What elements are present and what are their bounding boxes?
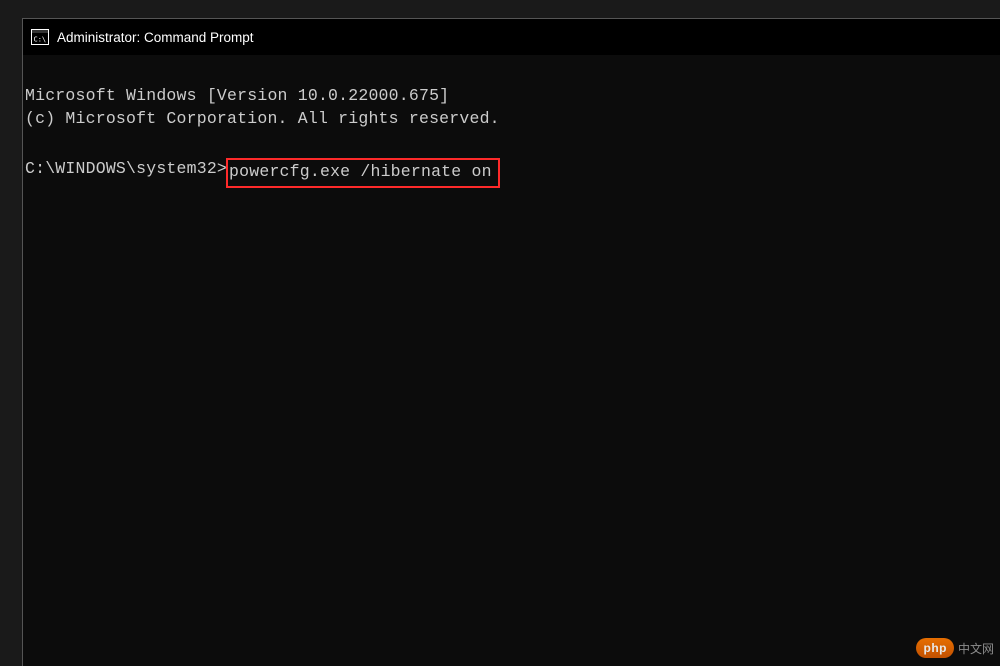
prompt-path: C:\WINDOWS\system32> xyxy=(25,158,227,188)
watermark-text: 中文网 xyxy=(958,640,994,657)
cmd-icon: C:\ xyxy=(31,29,49,45)
watermark: php 中文网 xyxy=(916,638,994,658)
terminal-output[interactable]: Microsoft Windows [Version 10.0.22000.67… xyxy=(23,55,1000,235)
command-prompt-window: C:\ Administrator: Command Prompt Micros… xyxy=(22,18,1000,666)
prompt-line: C:\WINDOWS\system32>powercfg.exe /hibern… xyxy=(25,158,998,188)
version-line: Microsoft Windows [Version 10.0.22000.67… xyxy=(25,86,449,105)
titlebar[interactable]: C:\ Administrator: Command Prompt xyxy=(23,19,1000,55)
watermark-badge: php xyxy=(916,638,954,658)
copyright-line: (c) Microsoft Corporation. All rights re… xyxy=(25,109,500,128)
window-title: Administrator: Command Prompt xyxy=(57,30,254,45)
svg-text:C:\: C:\ xyxy=(34,36,47,44)
command-highlight: powercfg.exe /hibernate on xyxy=(226,158,500,188)
typed-command: powercfg.exe /hibernate on xyxy=(229,162,492,181)
